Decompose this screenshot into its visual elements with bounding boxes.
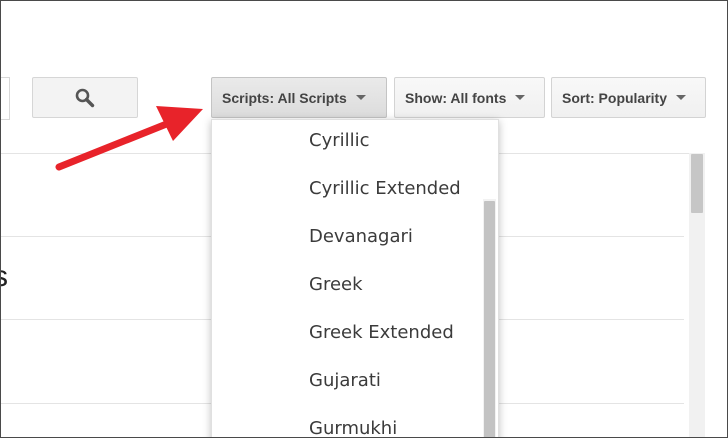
show-dropdown-button[interactable]: Show: All fonts [394,77,545,118]
menu-item-greek[interactable]: Greek [309,274,363,295]
scripts-dropdown-menu: Cyrillic Cyrillic Extended Devanagari Gr… [211,119,499,437]
chevron-down-icon [355,95,366,100]
app-window: Scripts: All Scripts Show: All fonts Sor… [0,0,728,438]
sort-dropdown-label: Sort: Popularity [562,89,668,106]
page-scrollbar-thumb[interactable] [691,154,703,213]
font-preview-text: s [1,260,8,294]
chevron-down-icon [515,95,526,100]
dropdown-scrollbar-thumb[interactable] [484,201,495,437]
sort-dropdown-button[interactable]: Sort: Popularity [551,77,706,118]
search-icon [73,86,97,110]
search-button[interactable] [32,77,138,118]
menu-item-gurmukhi[interactable]: Gurmukhi [309,418,397,437]
menu-item-greek-extended[interactable]: Greek Extended [309,322,454,343]
chevron-down-icon [676,95,687,100]
menu-item-gujarati[interactable]: Gujarati [309,370,381,391]
show-dropdown-label: Show: All fonts [405,89,507,106]
menu-item-cyrillic-extended[interactable]: Cyrillic Extended [309,178,461,199]
scripts-dropdown-label: Scripts: All Scripts [222,89,347,106]
font-search-input[interactable] [1,77,10,120]
menu-item-cyrillic[interactable]: Cyrillic [309,130,370,151]
menu-item-devanagari[interactable]: Devanagari [309,226,413,247]
scripts-dropdown-button[interactable]: Scripts: All Scripts [211,77,387,118]
